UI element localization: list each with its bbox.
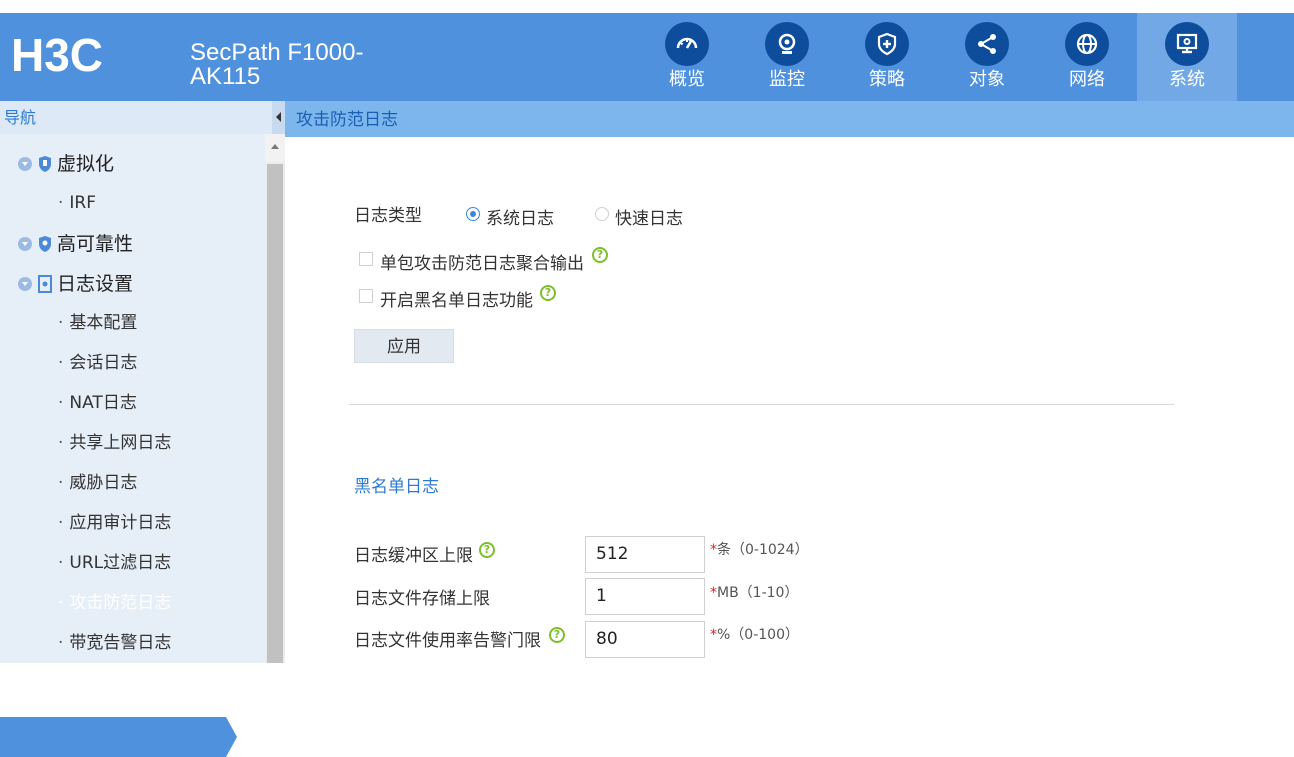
checkbox-aggregate-output[interactable] — [359, 252, 373, 266]
webcam-icon — [765, 22, 809, 66]
section-divider — [349, 404, 1174, 405]
checkbox-aggregate-output-label[interactable]: 单包攻击防范日志聚合输出 — [380, 249, 584, 274]
sidebar-item-app-audit-log[interactable]: 应用审计日志 — [58, 503, 258, 543]
field-buffer-limit-label: 日志缓冲区上限 — [354, 546, 473, 566]
top-gap — [0, 0, 1294, 13]
nav-title-text: 导航 — [4, 108, 37, 127]
shield-icon — [39, 236, 51, 252]
scroll-up-icon[interactable] — [265, 134, 285, 162]
help-icon[interactable]: ? — [479, 542, 495, 558]
nav-overview[interactable]: 概览 — [637, 13, 737, 101]
radio-system-log[interactable] — [466, 207, 480, 221]
nav-objects[interactable]: 对象 — [937, 13, 1037, 101]
apply-button[interactable]: 应用 — [354, 329, 454, 363]
field-file-storage-limit-label: 日志文件存储上限 — [354, 589, 490, 609]
sidebar: 虚拟化 IRF 高可靠性 日志设置 基本配置 会话日志 NAT日志 共享上网日志… — [0, 134, 265, 757]
sidebar-group-virtualization[interactable]: 虚拟化 — [18, 144, 114, 184]
sidebar-item-irf[interactable]: IRF — [58, 183, 258, 223]
breadcrumb-text: 攻击防范日志 — [296, 110, 398, 130]
sidebar-item-session-log[interactable]: 会话日志 — [58, 343, 258, 383]
breadcrumb: 攻击防范日志 — [285, 101, 1294, 137]
log-type-label: 日志类型 — [354, 206, 422, 226]
buffer-limit-hint: *条（0-1024） — [710, 542, 809, 558]
product-name-line1: SecPath F1000- — [190, 39, 364, 66]
nav-policy-label: 策略 — [869, 69, 905, 90]
sidebar-item-url-filter-log[interactable]: URL过滤日志 — [58, 543, 258, 583]
monitor-gear-icon — [1165, 22, 1209, 66]
sidebar-item-threat-log[interactable]: 威胁日志 — [58, 463, 258, 503]
shield-icon — [39, 156, 51, 172]
radio-system-log-label[interactable]: 系统日志 — [486, 204, 554, 229]
nav-system-label: 系统 — [1169, 69, 1205, 90]
section-title-blacklist-log: 黑名单日志 — [354, 477, 439, 497]
expand-icon — [18, 237, 32, 251]
sidebar-item-bandwidth-alarm-log[interactable]: 带宽告警日志 — [58, 623, 258, 663]
sidebar-item-shared-access-log[interactable]: 共享上网日志 — [58, 423, 258, 463]
sidebar-group-label: 虚拟化 — [57, 153, 115, 175]
sidebar-group-label: 高可靠性 — [57, 233, 134, 255]
scroll-thumb[interactable] — [267, 164, 283, 663]
help-icon[interactable]: ? — [549, 627, 565, 643]
file-storage-limit-input[interactable]: 1 — [585, 578, 705, 615]
document-gear-icon — [38, 275, 52, 293]
share-icon — [965, 22, 1009, 66]
radio-fast-log-label[interactable]: 快速日志 — [615, 204, 683, 229]
nav-overview-label: 概览 — [669, 69, 705, 90]
collapse-sidebar-button[interactable] — [272, 101, 285, 134]
buffer-limit-input[interactable]: 512 — [585, 536, 705, 573]
sidebar-item-basic-config[interactable]: 基本配置 — [58, 303, 258, 343]
sidebar-item-attack-defense-log[interactable]: 攻击防范日志 — [58, 583, 258, 623]
dashboard-icon — [665, 22, 709, 66]
nav-system[interactable]: 系统 — [1137, 13, 1237, 101]
checkbox-blacklist-log[interactable] — [359, 289, 373, 303]
nav-panel-title: 导航 — [0, 101, 272, 134]
file-storage-limit-hint: *MB（1-10） — [710, 585, 799, 601]
product-name-line2: AK115 — [190, 63, 261, 90]
nav-policy[interactable]: 策略 — [837, 13, 937, 101]
field-usage-alarm-threshold-label: 日志文件使用率告警门限 — [354, 631, 541, 651]
checkbox-blacklist-log-label[interactable]: 开启黑名单日志功能 — [380, 286, 533, 311]
h3c-logo: H3C — [11, 29, 104, 81]
sidebar-group-label: 日志设置 — [57, 273, 134, 295]
usage-alarm-threshold-input[interactable]: 80 — [585, 621, 705, 658]
top-header: H3C SecPath F1000- AK115 概览 监控 策略 对象 网络 — [0, 13, 1294, 101]
nav-network-label: 网络 — [1069, 69, 1105, 90]
globe-icon — [1065, 22, 1109, 66]
radio-fast-log[interactable] — [595, 207, 609, 221]
help-icon[interactable]: ? — [540, 285, 556, 301]
nav-network[interactable]: 网络 — [1037, 13, 1137, 101]
usage-alarm-threshold-hint: *%（0-100） — [710, 627, 799, 643]
product-name: SecPath F1000- AK115 — [190, 41, 420, 89]
sidebar-scrollbar[interactable] — [265, 134, 285, 663]
expand-icon — [18, 157, 32, 171]
nav-monitor[interactable]: 监控 — [737, 13, 837, 101]
shield-plus-icon — [865, 22, 909, 66]
sidebar-group-high-availability[interactable]: 高可靠性 — [18, 224, 133, 264]
help-icon[interactable]: ? — [592, 247, 608, 263]
sidebar-group-log-settings[interactable]: 日志设置 — [18, 264, 133, 304]
nav-objects-label: 对象 — [969, 69, 1005, 90]
nav-monitor-label: 监控 — [769, 69, 805, 90]
sidebar-active-highlight — [0, 717, 237, 757]
expand-icon — [18, 277, 32, 291]
sidebar-item-nat-log[interactable]: NAT日志 — [58, 383, 258, 423]
